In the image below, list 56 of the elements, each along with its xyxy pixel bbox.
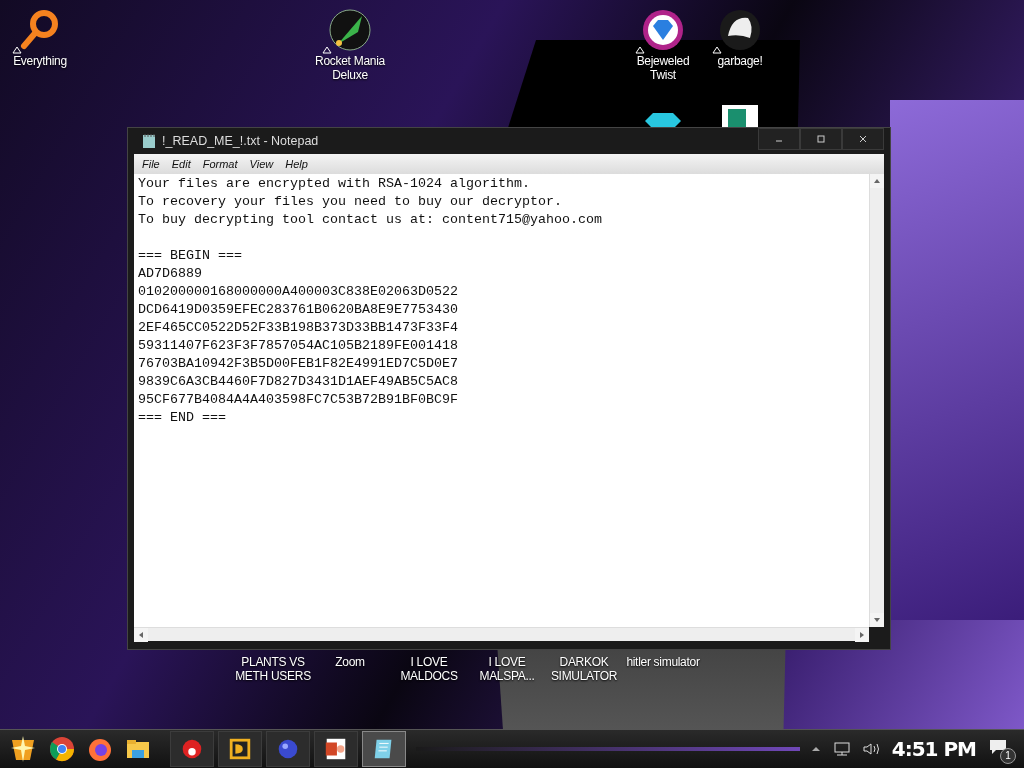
text-line: AD7D6889 [138,265,203,283]
text-line: === BEGIN === [138,247,243,265]
menu-item[interactable]: View [243,158,280,170]
desktop-icon-label[interactable]: I LOVE MALDOCS [389,655,469,683]
taskbar-app-button[interactable] [314,731,358,767]
taskbar-app-button[interactable] [218,731,262,767]
desktop-icon-label[interactable]: Everything [13,54,67,68]
desktop-icon-label[interactable]: PLANTS VS METH USERS [233,655,313,683]
text-line: === END === [138,409,227,427]
scroll-down-icon[interactable] [870,613,884,627]
notification-count: 1 [1000,748,1016,764]
shortcut-arrow-icon [635,46,645,54]
text-line: Your files are encrypted with RSA-1024 algorithm. [138,175,531,193]
text-line: To buy decrypting tool contact us at: content715@yahoo.com [138,211,603,229]
desktop-icon-label[interactable]: Zoom [310,655,390,669]
browser-icon[interactable] [48,735,76,763]
menu-item[interactable]: File [136,158,166,170]
text-line: 2EF465CC0522D52F33B198B373D33BB1473F33F4 [138,319,459,337]
horizontal-scrollbar[interactable] [134,627,869,641]
text-line: 76703BA10942F3B5D00FEB1F82E4991ED7C5D0E7 [138,355,459,373]
text-line: 95CF677B4084A4A403598FC7C53B72B91BF0BC9F [138,391,459,409]
maximize-icon [816,134,826,144]
text-line: To recovery your files you need to buy our decryptor. [138,193,563,211]
taskbar-app-button[interactable] [170,731,214,767]
text-line: DCD6419D0359EFEC283761B0620BA8E9E7753430 [138,301,459,319]
taskbar-app-button[interactable] [362,731,406,767]
scroll-right-icon[interactable] [855,628,869,642]
text-line: 010200000168000000A400003C838E02063D0522 [138,283,459,301]
desktop-icon-label[interactable]: Bejeweled Twist [636,54,690,82]
shortcut-arrow-icon [12,46,22,54]
text-line: 9839C6A3CB4460F7D827D3431D1AEF49AB5C5AC8 [138,373,459,391]
window-title: !_READ_ME_!.txt - Notepad [162,134,320,148]
text-line: 59311407F623F3F7857054AC105B2189FE001418 [138,337,459,355]
notepad-icon [142,133,156,149]
desktop-icon-label[interactable]: garbage! [717,54,763,68]
notification-icon[interactable] [988,738,1008,756]
menu-item[interactable]: Help [279,158,314,170]
clock[interactable]: 4:51 PM [891,737,976,761]
volume-icon[interactable] [861,741,882,757]
desktop-icon-label[interactable]: DARKOK SIMULATOR [544,655,624,683]
shortcut-arrow-icon [712,46,722,54]
desktop-icon-label[interactable]: Rocket Mania Deluxe [315,54,385,82]
text-editor[interactable] [134,174,869,627]
rocket-icon[interactable] [328,8,372,52]
menu-item[interactable]: Edit [165,158,197,170]
desktop-icon-label[interactable]: I LOVE MALSPA... [467,655,547,683]
vertical-scrollbar[interactable] [869,174,884,627]
close-icon [858,134,868,144]
scroll-left-icon[interactable] [134,628,148,642]
gem-icon[interactable] [641,8,685,52]
scroll-up-icon[interactable] [870,174,884,188]
maximize-button[interactable] [800,128,842,150]
network-icon[interactable] [831,741,852,757]
shortcut-arrow-icon [322,46,332,54]
menu-item[interactable]: Format [196,158,244,170]
desktop-icon-label[interactable]: hitler simulator [623,655,703,669]
